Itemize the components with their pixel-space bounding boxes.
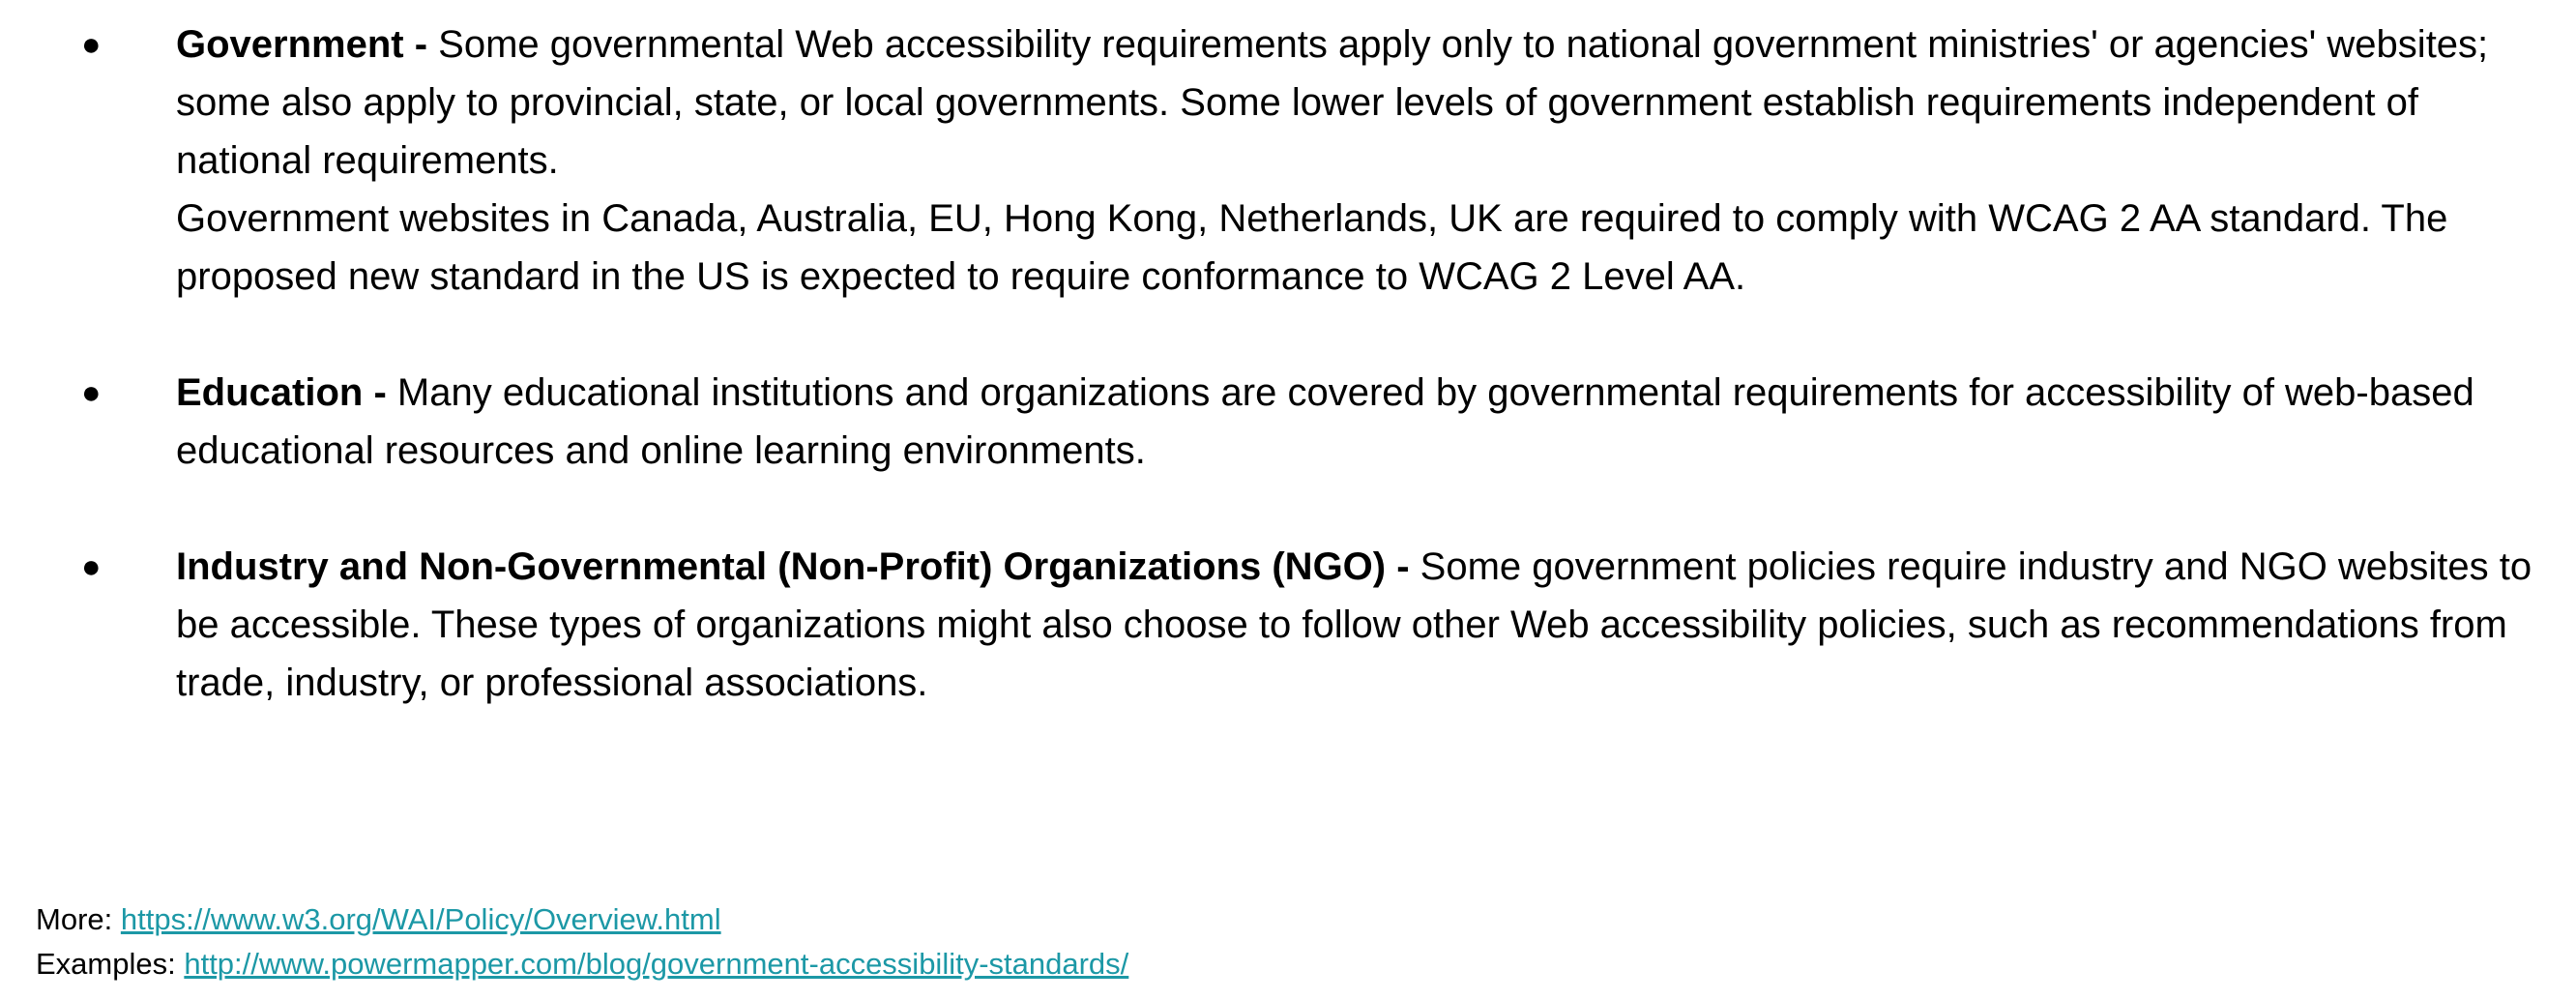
policy-list: ● Government - Some governmental Web acc… [0, 15, 2576, 770]
item-extra-text: Government websites in Canada, Australia… [176, 197, 2448, 298]
bullet-icon: ● [81, 374, 102, 411]
examples-line: Examples: http://www.powermapper.com/blo… [36, 942, 1128, 986]
list-item-industry-ngo: ● Industry and Non-Governmental (Non-Pro… [0, 538, 2555, 712]
more-label: More: [36, 902, 121, 936]
footer-links: More: https://www.w3.org/WAI/Policy/Over… [36, 897, 1128, 986]
examples-link[interactable]: http://www.powermapper.com/blog/governme… [184, 947, 1128, 981]
more-link[interactable]: https://www.w3.org/WAI/Policy/Overview.h… [121, 902, 721, 936]
more-line: More: https://www.w3.org/WAI/Policy/Over… [36, 897, 1128, 942]
item-text: Many educational institutions and organi… [176, 371, 2474, 472]
list-item-education: ● Education - Many educational instituti… [0, 364, 2555, 480]
item-title: Education - [176, 371, 387, 414]
bullet-icon: ● [81, 548, 102, 585]
item-title: Government - [176, 23, 428, 66]
item-title: Industry and Non-Governmental (Non-Profi… [176, 545, 1410, 588]
examples-label: Examples: [36, 947, 185, 981]
list-item-government: ● Government - Some governmental Web acc… [0, 15, 2555, 306]
item-text: Some governmental Web accessibility requ… [176, 23, 2489, 182]
bullet-icon: ● [81, 26, 102, 63]
